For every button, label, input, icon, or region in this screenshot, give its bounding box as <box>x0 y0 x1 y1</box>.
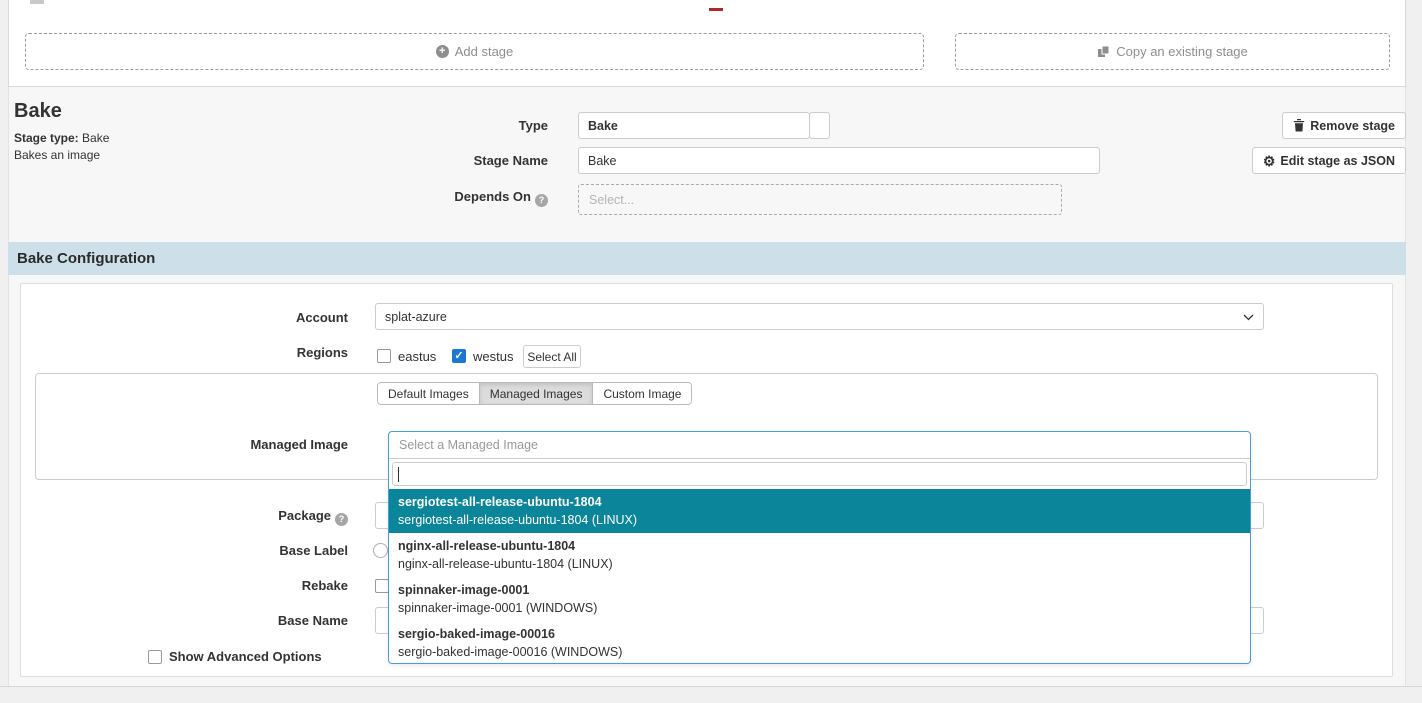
image-source-tabs: Default Images Managed Images Custom Ima… <box>377 382 692 405</box>
gear-icon: ⚙ <box>1263 154 1276 168</box>
base-label-label: Base Label <box>200 543 348 558</box>
stage-name-label: Stage Name <box>400 153 548 168</box>
dropdown-option[interactable]: sergio-baked-image-00016 sergio-baked-im… <box>389 621 1250 665</box>
rebake-label: Rebake <box>200 578 348 593</box>
dropdown-option[interactable]: nginx-all-release-ubuntu-1804 nginx-all-… <box>389 533 1250 577</box>
question-icon[interactable]: ? <box>335 513 348 526</box>
rebake-checkbox[interactable] <box>375 579 389 593</box>
account-label: Account <box>200 310 348 325</box>
remove-stage-label: Remove stage <box>1310 119 1395 133</box>
copy-existing-stage-button[interactable]: Copy an existing stage <box>955 33 1390 70</box>
managed-image-label: Managed Image <box>200 437 348 452</box>
remove-stage-button[interactable]: Remove stage <box>1282 112 1406 139</box>
depends-on-label: Depends On? <box>400 189 548 207</box>
show-advanced-options-checkbox[interactable] <box>148 650 162 664</box>
plus-circle-icon: + <box>436 45 449 58</box>
account-value: splat-azure <box>385 310 447 324</box>
stage-title: Bake <box>14 100 62 123</box>
copy-stage-label: Copy an existing stage <box>1116 44 1248 59</box>
stage-description: Bakes an image <box>14 148 100 162</box>
question-icon[interactable]: ? <box>535 194 548 207</box>
managed-image-placeholder: Select a Managed Image <box>399 438 538 452</box>
select-all-regions-button[interactable]: Select All <box>523 345 581 368</box>
tab-default-images[interactable]: Default Images <box>378 383 480 404</box>
copy-icon <box>1097 45 1110 58</box>
stage-name-input[interactable]: Bake <box>578 147 1100 174</box>
page-bottom-divider <box>0 686 1422 687</box>
region-label-eastus[interactable]: eastus <box>398 349 436 364</box>
depends-on-placeholder: Select... <box>589 193 634 207</box>
trash-icon <box>1293 119 1305 132</box>
region-checkbox-westus[interactable]: ✓ <box>452 349 466 363</box>
type-input[interactable]: Bake <box>578 112 810 139</box>
base-name-label: Base Name <box>200 613 348 628</box>
stage-error-fragment <box>709 8 723 11</box>
region-label-westus[interactable]: westus <box>473 349 513 364</box>
stage-type-value: Bake <box>82 131 109 145</box>
managed-image-dropdown: Select a Managed Image sergiotest-all-re… <box>388 431 1251 664</box>
tab-managed-images[interactable]: Managed Images <box>480 383 594 404</box>
section-title: Bake Configuration <box>17 250 155 267</box>
base-label-radio[interactable] <box>373 543 388 558</box>
depends-on-select[interactable]: Select... <box>578 184 1062 215</box>
dropdown-option[interactable]: spinnaker-image-0001 spinnaker-image-000… <box>389 577 1250 621</box>
type-value: Bake <box>588 119 618 133</box>
edit-json-label: Edit stage as JSON <box>1280 154 1395 168</box>
stage-type-line: Stage type: Bake <box>14 131 109 145</box>
add-stage-button[interactable]: + Add stage <box>25 33 924 70</box>
text-cursor <box>398 467 399 482</box>
stage-node-fragment <box>30 0 44 4</box>
pipeline-config-page: + Add stage Copy an existing stage Bake … <box>0 0 1422 703</box>
managed-image-search-input[interactable] <box>392 462 1247 486</box>
package-label: Package? <box>200 508 348 526</box>
tab-custom-image[interactable]: Custom Image <box>593 383 691 404</box>
regions-label: Regions <box>200 345 348 360</box>
chevron-down-icon <box>1243 314 1254 321</box>
account-select[interactable]: splat-azure <box>375 303 1264 330</box>
region-checkbox-eastus[interactable] <box>377 349 391 363</box>
stage-type-label: Stage type: <box>14 131 79 145</box>
type-dropdown-toggle[interactable] <box>809 112 830 139</box>
managed-image-select[interactable]: Select a Managed Image <box>389 432 1250 459</box>
bake-configuration-header: Bake Configuration <box>8 242 1406 275</box>
dropdown-option[interactable]: sergiotest-all-release-ubuntu-1804 sergi… <box>389 489 1250 533</box>
stage-name-value: Bake <box>588 154 617 168</box>
check-icon: ✓ <box>454 350 463 362</box>
type-label: Type <box>400 118 548 133</box>
show-advanced-options-label[interactable]: Show Advanced Options <box>169 649 322 664</box>
edit-stage-json-button[interactable]: ⚙ Edit stage as JSON <box>1252 147 1406 174</box>
add-stage-label: Add stage <box>455 44 514 59</box>
